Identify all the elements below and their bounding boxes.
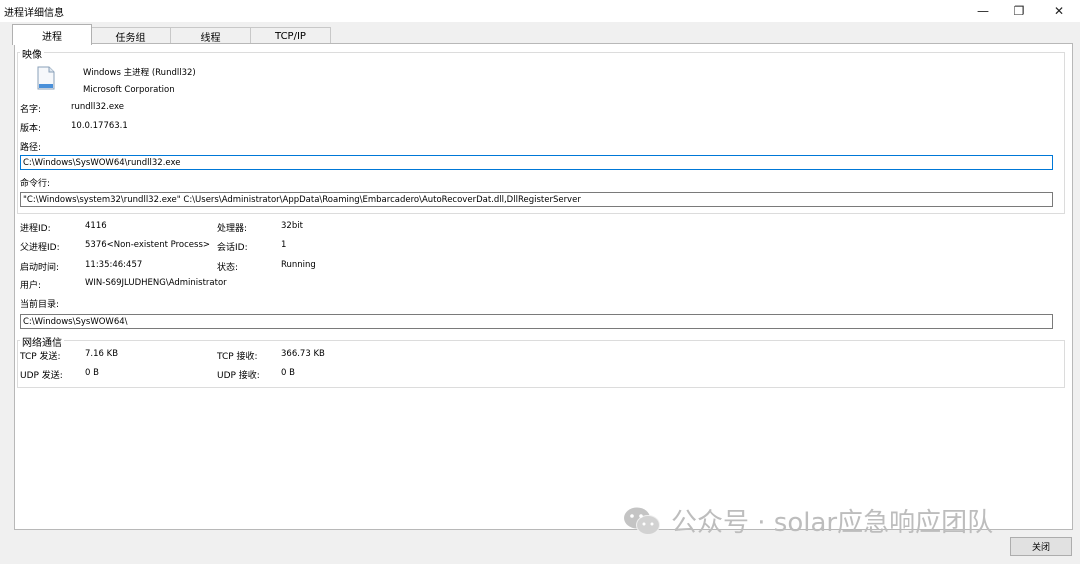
tcp-recv-label: TCP 接收:: [217, 352, 258, 362]
path-label: 路径:: [20, 143, 42, 153]
network-group-legend: 网络通信: [20, 334, 64, 349]
ppid-label: 父进程ID:: [20, 243, 60, 253]
pid-value: 4116: [85, 221, 107, 231]
name-label: 名字:: [20, 105, 42, 115]
tab-job-group[interactable]: 任务组: [90, 27, 171, 44]
tcp-send-value: 7.16 KB: [85, 349, 119, 359]
session-value: 1: [281, 240, 287, 250]
close-window-button[interactable]: ✕: [1036, 0, 1080, 22]
version-value: 10.0.17763.1: [71, 121, 128, 131]
image-company: Microsoft Corporation: [83, 85, 175, 95]
user-label: 用户:: [20, 281, 42, 291]
tcp-recv-value: 366.73 KB: [281, 349, 325, 359]
path-field[interactable]: C:\Windows\SysWOW64\rundll32.exe: [20, 155, 1053, 170]
state-label: 状态:: [217, 263, 239, 273]
pid-label: 进程ID:: [20, 224, 51, 234]
wechat-icon: [624, 507, 660, 535]
arch-label: 处理器:: [217, 224, 248, 234]
cmdline-label: 命令行:: [20, 179, 51, 189]
cmdline-field[interactable]: "C:\Windows\system32\rundll32.exe" C:\Us…: [20, 192, 1053, 207]
tab-threads[interactable]: 线程: [170, 27, 251, 44]
state-value: Running: [281, 260, 316, 270]
watermark-text: 公众号 · solar应急响应团队: [671, 508, 994, 538]
title-bar: 进程详细信息 — ❐ ✕: [0, 0, 1080, 22]
network-group: [17, 340, 1065, 388]
process-tab-panel: 映像 Windows 主进程 (Rundll32) Microsoft Corp…: [14, 43, 1073, 538]
version-label: 版本:: [20, 124, 42, 134]
close-button[interactable]: 关闭: [1010, 537, 1072, 556]
udp-send-label: UDP 发送:: [20, 371, 63, 381]
udp-send-value: 0 B: [85, 368, 99, 378]
start-time-label: 启动时间:: [20, 263, 60, 273]
cwd-field[interactable]: C:\Windows\SysWOW64\: [20, 314, 1053, 329]
session-label: 会话ID:: [217, 243, 248, 253]
arch-value: 32bit: [281, 221, 303, 231]
user-value: WIN-S69JLUDHENG\Administrator: [85, 278, 227, 288]
name-value: rundll32.exe: [71, 102, 124, 112]
udp-recv-value: 0 B: [281, 368, 295, 378]
tab-process[interactable]: 进程: [12, 24, 92, 45]
watermark: 公众号 · solar应急响应团队: [623, 502, 993, 539]
close-icon: ✕: [1053, 4, 1065, 18]
maximize-icon: ❐: [1013, 4, 1025, 18]
image-description: Windows 主进程 (Rundll32): [83, 68, 196, 78]
tab-tcpip[interactable]: TCP/IP: [250, 27, 331, 44]
ppid-value: 5376<Non-existent Process>: [85, 240, 211, 250]
tcp-send-label: TCP 发送:: [20, 352, 61, 362]
document-icon: [37, 66, 55, 90]
cwd-label: 当前目录:: [20, 300, 60, 310]
udp-recv-label: UDP 接收:: [217, 371, 260, 381]
start-time-value: 11:35:46:457: [85, 260, 143, 270]
image-group-legend: 映像: [20, 46, 44, 61]
minimize-icon: —: [977, 4, 989, 18]
window-title: 进程详细信息: [4, 8, 64, 19]
